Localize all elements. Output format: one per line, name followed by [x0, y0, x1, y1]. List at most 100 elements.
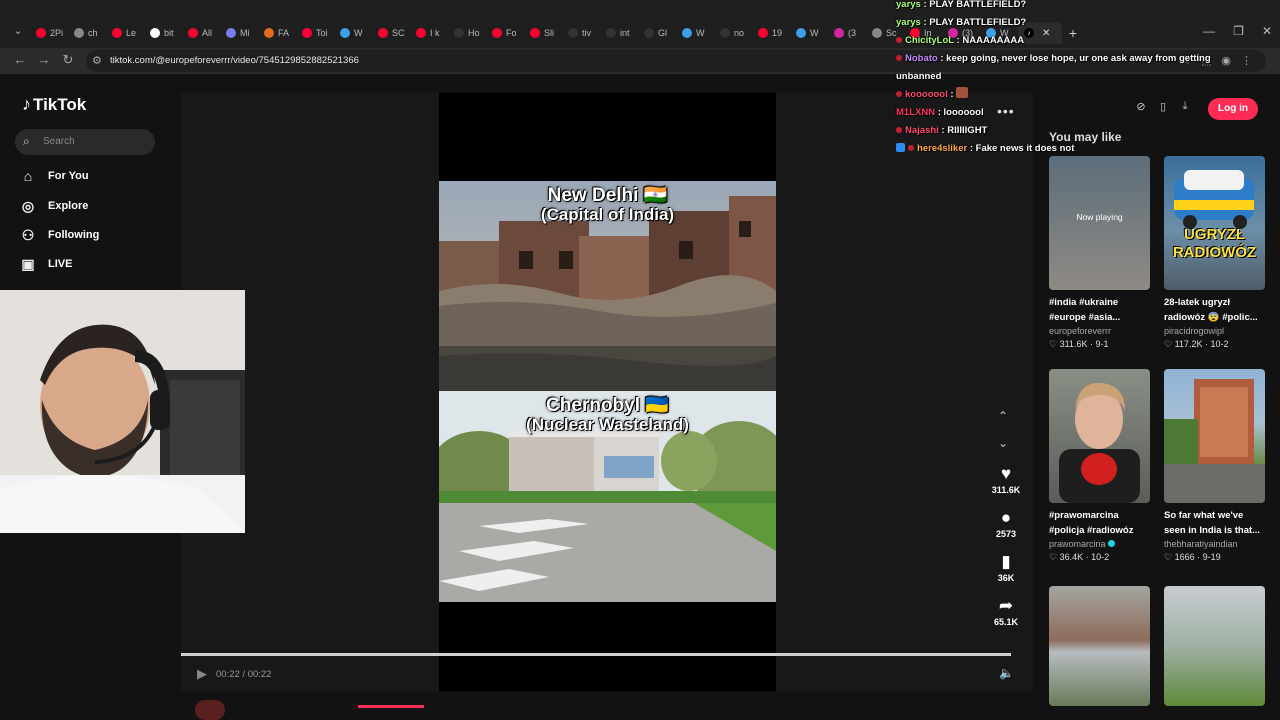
- nav-label: Explore: [48, 200, 89, 212]
- browser-tab[interactable]: ch: [68, 22, 106, 44]
- browser-tab[interactable]: Sli: [524, 22, 562, 44]
- browser-tab[interactable]: tiv: [562, 22, 600, 44]
- card-author: prawomarcina: [1049, 539, 1150, 552]
- browser-tab[interactable]: W: [334, 22, 372, 44]
- chat-text: PLAY BATTLEFIELD?: [929, 0, 1027, 10]
- browser-tab[interactable]: W: [790, 22, 828, 44]
- video-card[interactable]: [1049, 586, 1150, 706]
- youtube-icon: [378, 28, 388, 38]
- tab-title: 19: [772, 28, 783, 38]
- nav-following[interactable]: ⚇ Following: [20, 225, 100, 245]
- chat-text: NAAAAAAAA: [962, 35, 1025, 46]
- reload-icon[interactable]: ↻: [60, 52, 76, 68]
- webcam-overlay: [0, 290, 245, 533]
- comment-button[interactable]: ● 2573: [996, 507, 1016, 539]
- play-icon[interactable]: ▶: [197, 666, 207, 682]
- heart-icon: ♥: [1000, 464, 1012, 483]
- youtube-badge-icon: [908, 145, 914, 151]
- video-card[interactable]: So far what we've seen in India is that.…: [1164, 369, 1265, 565]
- card-author: thebharatiyaindian: [1164, 539, 1238, 549]
- close-window-icon[interactable]: ✕: [1262, 24, 1272, 38]
- author-avatar[interactable]: [195, 700, 225, 720]
- nav-live[interactable]: ▣ LIVE: [20, 254, 72, 274]
- browser-tab[interactable]: I k: [410, 22, 448, 44]
- like-button[interactable]: ♥ 311.6K: [992, 463, 1021, 495]
- follow-button-edge[interactable]: [358, 705, 424, 708]
- browser-tab[interactable]: Mi: [220, 22, 258, 44]
- save-button[interactable]: ▮ 36K: [998, 551, 1015, 583]
- nav-label: Following: [48, 229, 100, 241]
- url-text: tiktok.com/@europeforeverrr/video/754512…: [110, 55, 359, 66]
- browser-tab[interactable]: W: [676, 22, 714, 44]
- browser-tab[interactable]: bit: [144, 22, 182, 44]
- chat-username: Najashi: [905, 125, 939, 136]
- browser-tab[interactable]: no: [714, 22, 752, 44]
- nav-explore[interactable]: ◎ Explore: [20, 196, 88, 216]
- tv-icon: ▣: [21, 255, 35, 272]
- youtube-icon: [416, 28, 426, 38]
- browser-tab[interactable]: Le: [106, 22, 144, 44]
- next-video-icon[interactable]: ⌄: [998, 436, 1008, 450]
- browser-tab[interactable]: FA: [258, 22, 296, 44]
- person-thumbnail-image: [1059, 382, 1140, 503]
- chat-text: Fake news it does not: [975, 143, 1075, 154]
- heart-outline-icon: ♡: [1049, 339, 1058, 349]
- browser-tab[interactable]: Toi: [296, 22, 334, 44]
- streamer-webcam-image: [0, 290, 245, 533]
- video-player[interactable]: New Delhi 🇮🇳 (Capital of India) Chernoby…: [181, 93, 1033, 691]
- tab-search-dropdown-icon[interactable]: ⌄: [8, 24, 28, 40]
- like-count: 311.6K: [991, 485, 1021, 495]
- browser-tab[interactable]: All: [182, 22, 220, 44]
- video-card[interactable]: #prawomarcina #policja #radiowóz prawoma…: [1049, 369, 1150, 565]
- share-button[interactable]: ➦ 65.1K: [994, 595, 1018, 627]
- forward-arrow-icon[interactable]: →: [36, 52, 52, 67]
- tab-title: SC: [392, 28, 405, 38]
- instagram-icon: [834, 28, 844, 38]
- video-card[interactable]: Now playing #india #ukraine #europe #asi…: [1049, 156, 1150, 352]
- app-icon: [226, 28, 236, 38]
- youtube-icon: [492, 28, 502, 38]
- nav-label: LIVE: [48, 258, 73, 270]
- tab-title: (3: [848, 28, 857, 38]
- card-author: europeforeverrr: [1049, 326, 1112, 336]
- browser-tab[interactable]: Fo: [486, 22, 524, 44]
- nav-for-you[interactable]: ⌂ For You: [20, 166, 89, 186]
- browser-tab[interactable]: Gl: [638, 22, 676, 44]
- chat-separator: :: [937, 53, 947, 64]
- search-placeholder: Search: [43, 136, 75, 147]
- video-card[interactable]: UGRYZŁ RADIOWÓZ 28-latek ugryzł radiowóz…: [1164, 156, 1265, 352]
- browser-tab[interactable]: Ho: [448, 22, 486, 44]
- x-icon: [568, 28, 578, 38]
- x-icon: [454, 28, 464, 38]
- browser-tab[interactable]: SC: [372, 22, 410, 44]
- tab-title: I k: [430, 28, 440, 38]
- browser-tab[interactable]: 2Pi: [30, 22, 68, 44]
- tiktok-logo[interactable]: ♪ TikTok: [22, 94, 86, 115]
- x-icon: [644, 28, 654, 38]
- chat-text: looooool: [943, 107, 984, 118]
- now-playing-label: Now playing: [1076, 212, 1123, 222]
- tab-title: Gl: [658, 28, 667, 38]
- chat-message: here4sliker : Fake news it does not: [896, 140, 1236, 158]
- previous-video-icon[interactable]: ⌃: [998, 409, 1008, 423]
- tab-title: Mi: [240, 28, 250, 38]
- save-count: 36K: [997, 573, 1015, 583]
- menu-dots-icon[interactable]: ⋮: [1241, 54, 1252, 67]
- volume-icon[interactable]: 🔈: [999, 666, 1014, 680]
- back-arrow-icon[interactable]: ←: [12, 52, 28, 67]
- browser-tab[interactable]: (3: [828, 22, 866, 44]
- caption-city: New Delhi 🇮🇳: [547, 185, 668, 206]
- card-title: #prawomarcina #policja #radiowóz: [1049, 510, 1134, 536]
- share-count: 65.1K: [993, 617, 1019, 627]
- video-card[interactable]: [1164, 586, 1265, 706]
- site-info-icon[interactable]: ⚙: [92, 54, 102, 67]
- tab-title: Sc: [886, 28, 897, 38]
- police-car-image: [1174, 170, 1254, 229]
- progress-bar[interactable]: [181, 653, 1011, 656]
- tab-title: Toi: [316, 28, 328, 38]
- browser-tab[interactable]: int: [600, 22, 638, 44]
- emote-icon: [956, 87, 969, 98]
- video-top-scene: New Delhi 🇮🇳 (Capital of India): [439, 181, 776, 391]
- search-input[interactable]: ⌕ Search: [15, 129, 155, 155]
- browser-tab[interactable]: 19: [752, 22, 790, 44]
